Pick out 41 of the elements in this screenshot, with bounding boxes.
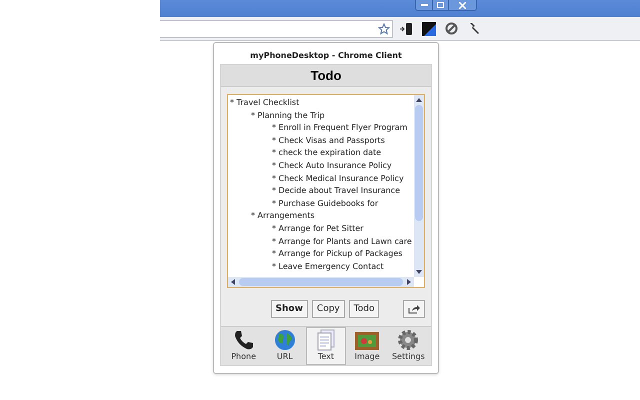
extension-icon[interactable] bbox=[422, 22, 436, 36]
tab[interactable]: URL bbox=[264, 327, 305, 365]
action-button[interactable]: Copy bbox=[312, 300, 345, 318]
scroll-up-icon[interactable] bbox=[416, 98, 422, 102]
phone-arrow-icon[interactable] bbox=[400, 22, 413, 34]
action-button[interactable]: Show bbox=[270, 300, 308, 318]
tab[interactable]: Settings bbox=[388, 327, 428, 365]
scroll-down-icon[interactable] bbox=[416, 270, 422, 274]
vertical-scrollbar[interactable] bbox=[414, 95, 424, 277]
globe-icon bbox=[274, 329, 296, 351]
share-icon bbox=[408, 304, 420, 314]
note-line: * Check Visas and Passports bbox=[271, 134, 386, 147]
note-line: * Planning the Trip bbox=[250, 110, 326, 122]
scroll-left-icon[interactable] bbox=[231, 279, 235, 285]
share-button[interactable] bbox=[403, 300, 425, 318]
phone-handset-icon bbox=[232, 329, 255, 351]
framed-picture-icon bbox=[355, 331, 380, 351]
note-line: * Leave Emergency Contact bbox=[271, 260, 385, 273]
scroll-right-icon[interactable] bbox=[407, 279, 411, 285]
note-line: * Arrange for Pet Sitter bbox=[271, 222, 364, 235]
note-line: * Arrange for Plants and Lawn care bbox=[271, 236, 412, 248]
tab[interactable]: Image bbox=[347, 327, 388, 365]
note-textarea[interactable] bbox=[227, 94, 425, 288]
star-icon[interactable] bbox=[378, 22, 390, 34]
note-line: * Check Medical Insurance Policy bbox=[271, 172, 405, 185]
note-line: * Arrange for Pickup of Packages bbox=[271, 248, 404, 260]
document-icon bbox=[316, 329, 336, 351]
panel-heading: Todo bbox=[221, 65, 431, 87]
note-line: * Enroll in Frequent Flyer Program bbox=[271, 122, 408, 134]
action-button[interactable]: Todo bbox=[348, 300, 380, 318]
gear-icon bbox=[397, 329, 420, 351]
tab[interactable]: Text bbox=[306, 327, 346, 365]
note-line: * Purchase Guidebooks for bbox=[271, 198, 380, 210]
popup-title: myPhoneDesktop - Chrome Client bbox=[249, 50, 403, 62]
note-line: * Travel Checklist bbox=[229, 97, 300, 109]
note-line: * check the expiration date bbox=[271, 147, 382, 160]
note-line: * Decide about Travel Insurance bbox=[271, 185, 401, 198]
horizontal-scrollbar[interactable] bbox=[228, 277, 414, 287]
note-line: * Arrangements bbox=[250, 210, 316, 222]
note-line: * Check Auto Insurance Policy bbox=[271, 160, 393, 172]
tab[interactable]: Phone bbox=[224, 327, 264, 365]
